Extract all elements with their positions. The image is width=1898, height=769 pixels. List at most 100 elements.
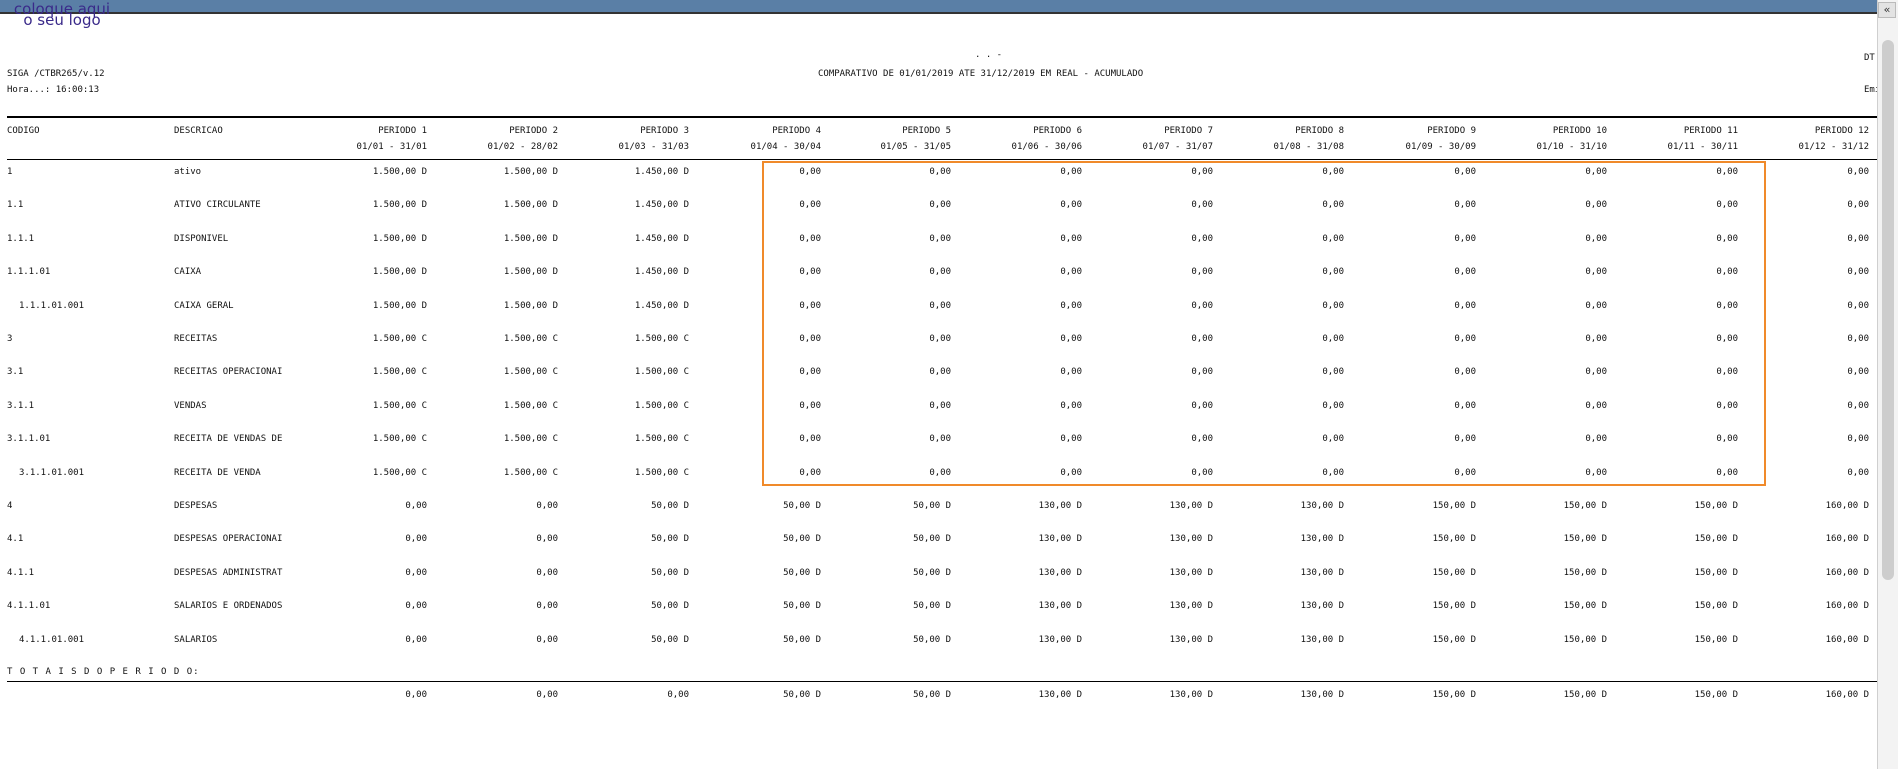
column-header-period-range: 01/05 - 31/05	[880, 142, 951, 152]
column-header-period-range: 01/09 - 30/09	[1405, 142, 1476, 152]
totals-value: 50,00 D	[783, 690, 821, 700]
column-header-period-label: PERIODO 9	[1427, 126, 1476, 136]
row-value: 150,00 D	[1694, 568, 1738, 578]
row-description: RECEITA DE VENDAS DE	[174, 434, 283, 444]
totals-value: 0,00	[536, 690, 558, 700]
row-value: 1.500,00 D	[372, 267, 427, 277]
row-value: 1.500,00 C	[634, 367, 689, 377]
row-value: 1.500,00 C	[634, 401, 689, 411]
row-value: 130,00 D	[1169, 534, 1213, 544]
row-value: 1.500,00 C	[503, 468, 558, 478]
row-value: 130,00 D	[1038, 568, 1082, 578]
vertical-scrollbar[interactable]: «	[1877, 0, 1898, 769]
column-header-period-range: 01/03 - 31/03	[618, 142, 689, 152]
row-value: 0,00	[1847, 200, 1869, 210]
report-time: Hora...: 16:00:13	[7, 85, 100, 95]
row-code: 1.1.1.01	[7, 267, 51, 277]
row-description: DESPESAS	[174, 501, 218, 511]
row-description: CAIXA GERAL	[174, 301, 234, 311]
column-header-period-range: 01/06 - 30/06	[1011, 142, 1082, 152]
row-value: 50,00 D	[783, 568, 821, 578]
row-value: 50,00 D	[651, 601, 689, 611]
row-description: SALARIOS E ORDENADOS	[174, 601, 283, 611]
row-value: 1.500,00 D	[503, 267, 558, 277]
column-header-descricao: DESCRICAO	[174, 126, 223, 136]
row-value: 130,00 D	[1169, 501, 1213, 511]
row-value: 50,00 D	[783, 501, 821, 511]
row-value: 0,00	[405, 534, 427, 544]
row-value: 50,00 D	[913, 568, 951, 578]
column-header-period-range: 01/10 - 31/10	[1536, 142, 1607, 152]
row-value: 1.500,00 C	[372, 334, 427, 344]
row-value: 50,00 D	[783, 635, 821, 645]
row-value: 0,00	[536, 635, 558, 645]
row-value: 160,00 D	[1825, 534, 1869, 544]
row-value: 150,00 D	[1432, 635, 1476, 645]
column-header-period-range: 01/04 - 30/04	[750, 142, 821, 152]
row-value: 0,00	[1847, 267, 1869, 277]
row-value: 1.450,00 D	[634, 301, 689, 311]
row-value: 150,00 D	[1563, 501, 1607, 511]
row-value: 1.500,00 C	[634, 334, 689, 344]
row-value: 150,00 D	[1563, 601, 1607, 611]
row-value: 1.500,00 D	[503, 167, 558, 177]
column-header-period-label: PERIODO 4	[772, 126, 821, 136]
row-value: 130,00 D	[1038, 635, 1082, 645]
collapse-arrows-icon[interactable]: «	[1878, 2, 1896, 18]
row-value: 0,00	[536, 501, 558, 511]
column-header-period-range: 01/02 - 28/02	[487, 142, 558, 152]
report-emission-label: Emis	[1864, 85, 1878, 95]
totals-value: 0,00	[405, 690, 427, 700]
row-value: 0,00	[536, 534, 558, 544]
column-header-period-range: 01/01 - 31/01	[356, 142, 427, 152]
totals-value: 130,00 D	[1300, 690, 1344, 700]
row-value: 130,00 D	[1038, 534, 1082, 544]
row-value: 0,00	[405, 601, 427, 611]
row-value: 1.500,00 D	[372, 167, 427, 177]
column-header-period-range: 01/08 - 31/08	[1273, 142, 1344, 152]
row-value: 1.500,00 D	[372, 301, 427, 311]
column-header-period-label: PERIODO 6	[1033, 126, 1082, 136]
row-value: 0,00	[536, 601, 558, 611]
scrollbar-thumb[interactable]	[1882, 40, 1894, 580]
row-code: 3.1.1.01.001	[19, 468, 85, 478]
row-code: 4.1.1.01	[7, 601, 51, 611]
highlight-box	[762, 161, 1766, 486]
row-value: 1.450,00 D	[634, 234, 689, 244]
column-header-period-label: PERIODO 3	[640, 126, 689, 136]
row-code: 3.1	[7, 367, 24, 377]
row-value: 1.500,00 D	[372, 200, 427, 210]
row-value: 150,00 D	[1432, 501, 1476, 511]
row-value: 150,00 D	[1563, 568, 1607, 578]
row-code: 3.1.1.01	[7, 434, 51, 444]
report-viewport: coloque aqui o seu logo . . - SIGA /CTBR…	[0, 0, 1878, 769]
row-code: 3.1.1	[7, 401, 35, 411]
row-code: 1.1.1.01.001	[19, 301, 85, 311]
row-description: DESPESAS ADMINISTRAT	[174, 568, 283, 578]
totals-label: T O T A I S D O P E R I O D O:	[7, 667, 200, 677]
column-header-rule	[7, 159, 1878, 160]
row-code: 4.1	[7, 534, 24, 544]
row-value: 150,00 D	[1563, 534, 1607, 544]
row-value: 50,00 D	[651, 534, 689, 544]
row-code: 4.1.1.01.001	[19, 635, 85, 645]
column-header-period-label: PERIODO 1	[378, 126, 427, 136]
row-value: 0,00	[1847, 167, 1869, 177]
row-code: 1	[7, 167, 13, 177]
column-header-period-range: 01/12 - 31/12	[1798, 142, 1869, 152]
row-value: 50,00 D	[913, 534, 951, 544]
row-value: 0,00	[1847, 367, 1869, 377]
row-value: 150,00 D	[1694, 635, 1738, 645]
row-code: 4.1.1	[7, 568, 35, 578]
row-description: RECEITAS	[174, 334, 218, 344]
row-value: 130,00 D	[1300, 635, 1344, 645]
totals-value: 50,00 D	[913, 690, 951, 700]
row-value: 0,00	[1847, 434, 1869, 444]
row-value: 150,00 D	[1432, 601, 1476, 611]
row-value: 50,00 D	[651, 568, 689, 578]
row-value: 50,00 D	[783, 601, 821, 611]
row-value: 1.500,00 C	[372, 434, 427, 444]
row-value: 1.450,00 D	[634, 167, 689, 177]
row-value: 160,00 D	[1825, 568, 1869, 578]
row-value: 50,00 D	[783, 534, 821, 544]
